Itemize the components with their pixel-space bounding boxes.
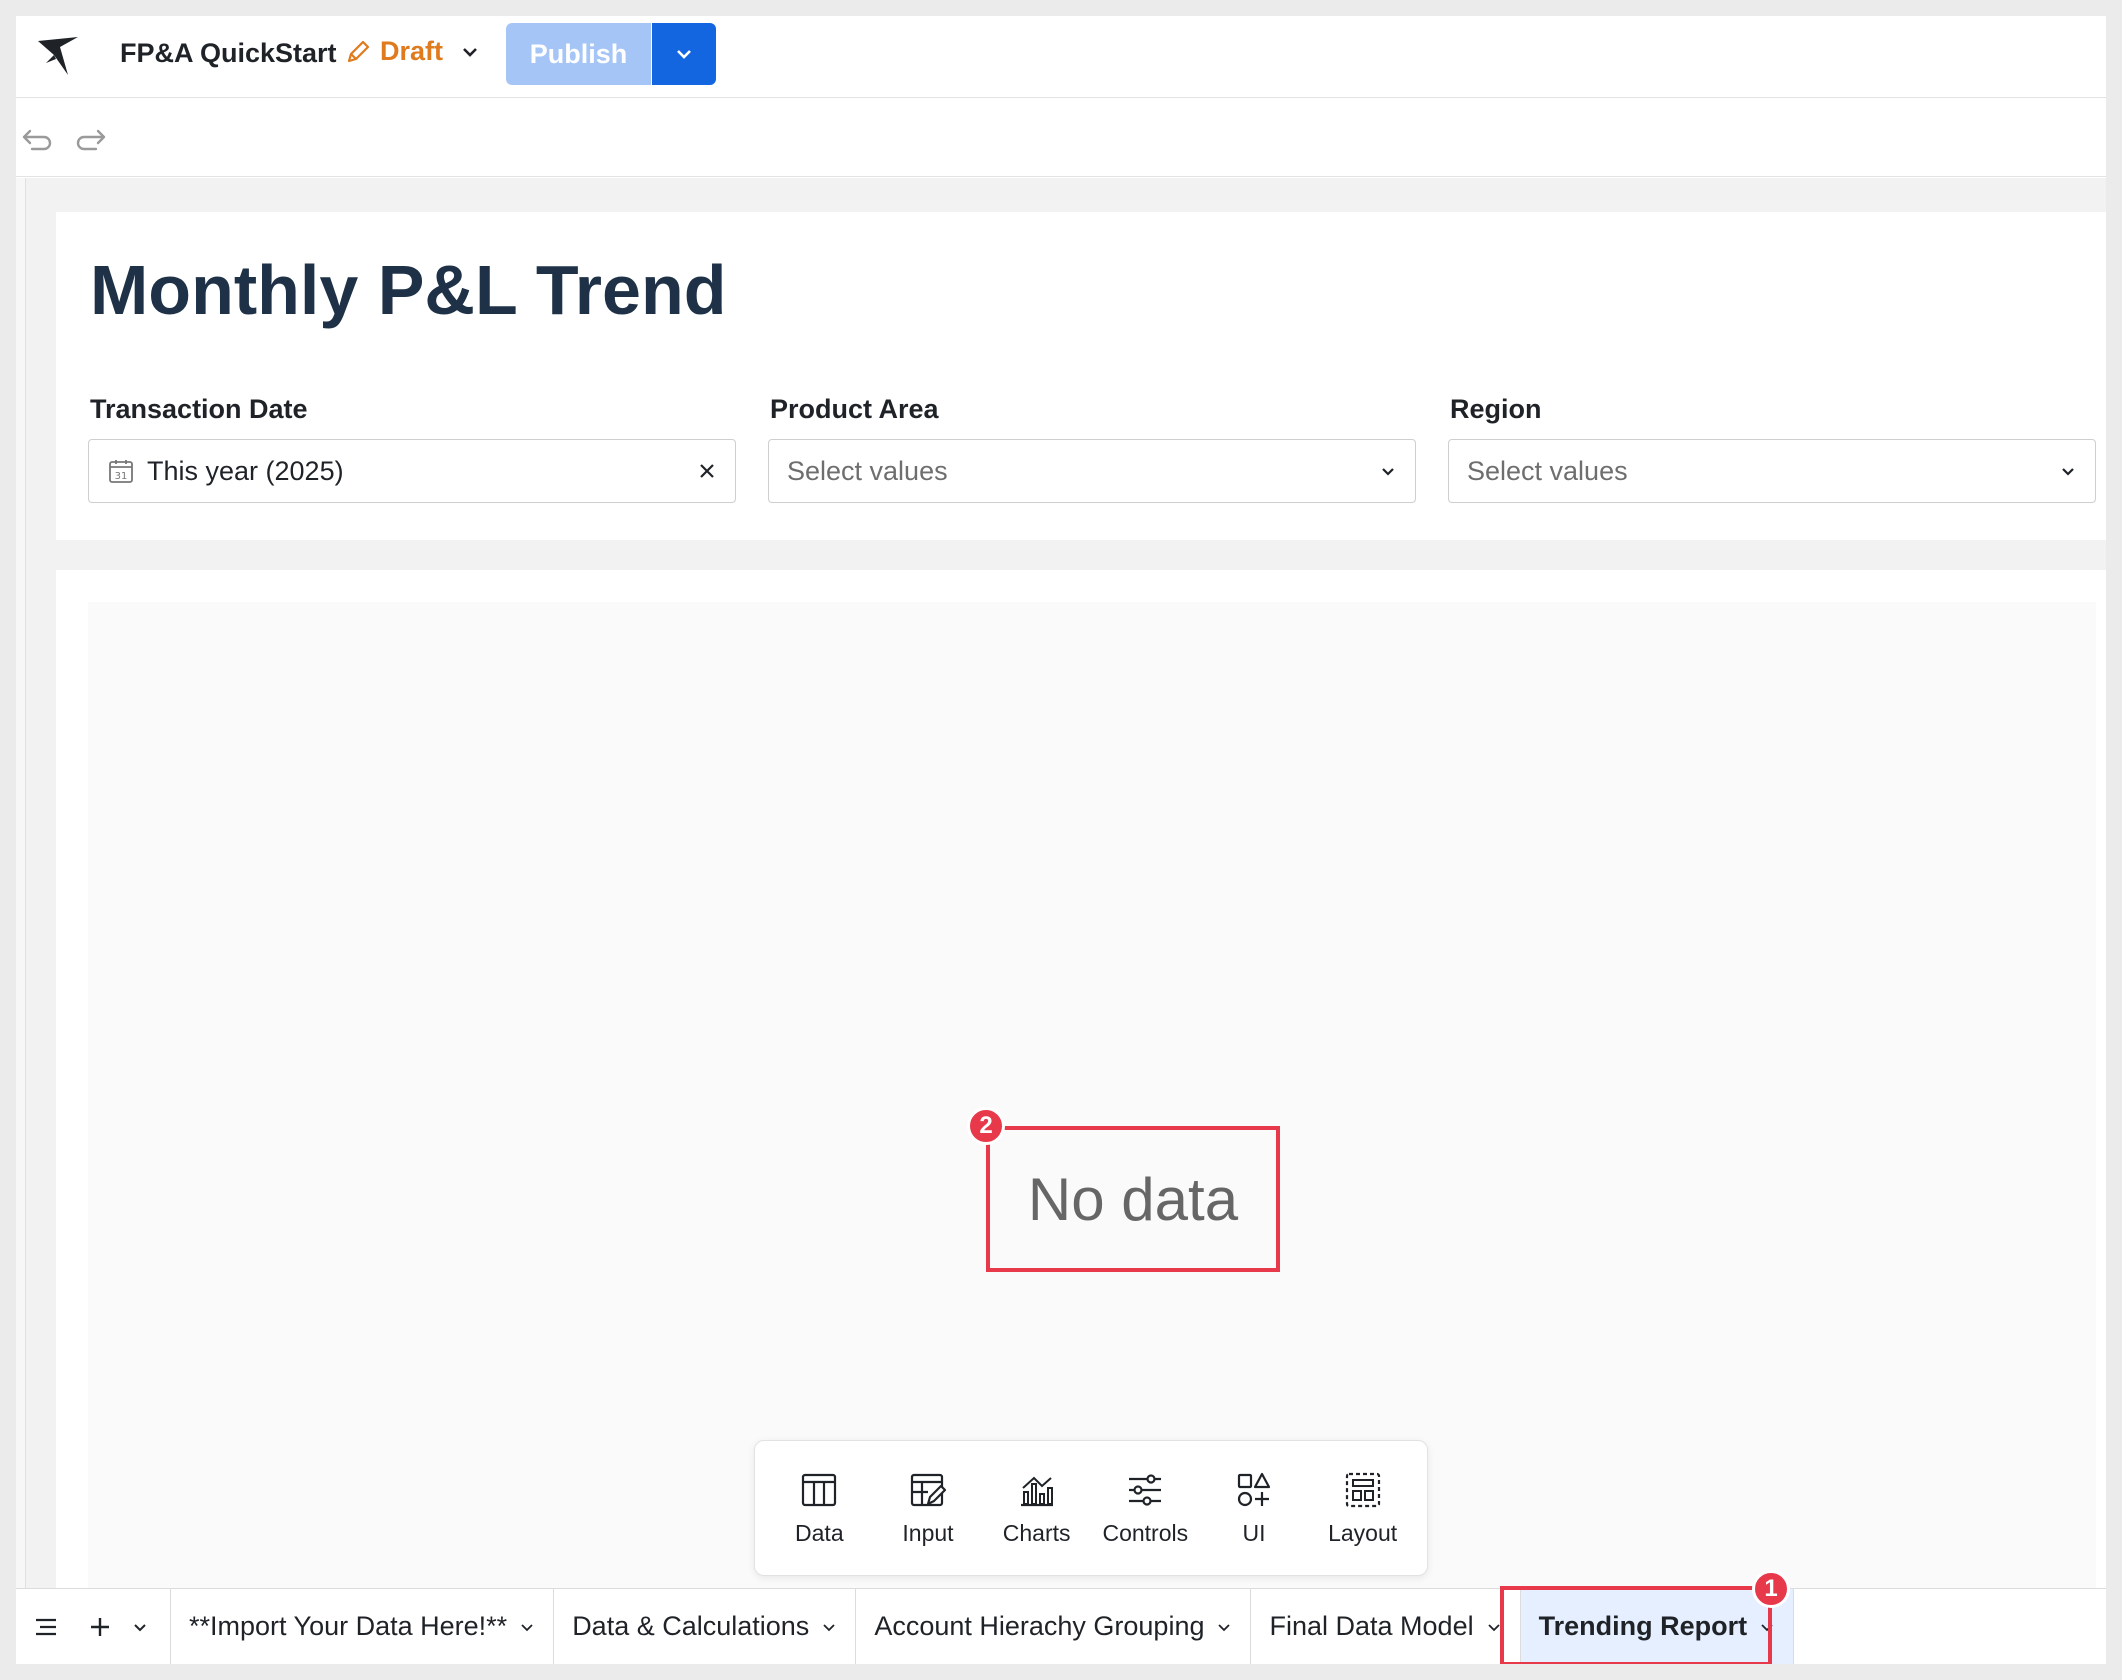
chevron-down-icon[interactable] xyxy=(821,1619,837,1635)
tab-controls xyxy=(16,1589,171,1664)
add-element-toolbar: Data Input Charts Controls UI Layout xyxy=(754,1440,1428,1576)
redo-icon[interactable] xyxy=(74,121,108,155)
plus-icon xyxy=(91,1617,109,1636)
tab-label: Final Data Model xyxy=(1269,1611,1474,1641)
tab-final-data-model[interactable]: Final Data Model xyxy=(1251,1589,1521,1664)
tab-label: Trending Report xyxy=(1538,1611,1748,1641)
tab-import-data[interactable]: **Import Your Data Here!** xyxy=(171,1589,555,1664)
tab-label: Account Hierachy Grouping xyxy=(874,1611,1205,1641)
input-table-icon xyxy=(910,1473,947,1506)
workbook-canvas: Monthly P&L Trend Transaction Date 31 Th… xyxy=(16,178,2106,1602)
product-area-select[interactable]: Select values xyxy=(768,439,1416,503)
tab-account-hierarchy-grouping[interactable]: Account Hierachy Grouping xyxy=(856,1589,1252,1664)
draft-status-menu[interactable]: Draft xyxy=(344,36,479,67)
publish-button[interactable]: Publish xyxy=(506,23,651,85)
chevron-down-icon xyxy=(463,47,477,57)
chevron-down-icon xyxy=(134,1623,146,1631)
tool-label: UI xyxy=(1242,1519,1266,1546)
region-filter: Region Select values xyxy=(1448,394,2096,503)
page-title: Monthly P&L Trend xyxy=(90,251,727,329)
chevron-down-icon[interactable] xyxy=(1759,1619,1775,1635)
no-data-message: No data xyxy=(1027,1165,1239,1233)
chevron-down-icon xyxy=(2062,468,2074,476)
tab-label: **Import Your Data Here!** xyxy=(189,1611,508,1641)
annotation-badge: 2 xyxy=(967,1107,1005,1145)
pencil-icon xyxy=(347,40,370,62)
product-area-filter: Product Area Select values xyxy=(768,394,1416,503)
undo-icon[interactable] xyxy=(20,121,54,155)
app-title: FP&A QuickStart xyxy=(120,38,337,68)
add-input-button[interactable]: Input xyxy=(880,1470,976,1547)
chevron-down-icon xyxy=(677,50,691,59)
add-data-button[interactable]: Data xyxy=(771,1470,867,1547)
tab-data-calculations[interactable]: Data & Calculations xyxy=(554,1589,857,1664)
sliders-icon xyxy=(1129,1473,1162,1506)
calendar-icon: 31 xyxy=(109,460,133,483)
tool-label: Charts xyxy=(1002,1519,1071,1546)
region-select[interactable]: Select values xyxy=(1448,439,2096,503)
tool-label: Layout xyxy=(1328,1519,1398,1546)
tool-label: Input xyxy=(902,1519,954,1546)
table-icon xyxy=(802,1473,837,1506)
clear-icon[interactable] xyxy=(697,461,717,481)
tab-label: Data & Calculations xyxy=(572,1611,810,1641)
page-list-button[interactable] xyxy=(26,1607,66,1647)
filter-label: Region xyxy=(1450,394,1542,424)
chevron-down-icon xyxy=(1382,468,1394,476)
filter-label: Product Area xyxy=(770,394,939,424)
add-page-button[interactable] xyxy=(80,1607,120,1647)
shapes-icon xyxy=(1237,1472,1271,1506)
tab-trending-report[interactable]: Trending Report xyxy=(1520,1589,1795,1664)
publish-options-button[interactable] xyxy=(652,23,716,85)
chevron-down-icon[interactable] xyxy=(1216,1619,1232,1635)
tool-label: Controls xyxy=(1102,1519,1189,1546)
layout-icon xyxy=(1345,1472,1380,1507)
top-bar: FP&A QuickStart Draft Publish xyxy=(16,16,2106,98)
app-window: FP&A QuickStart Draft Publish Monthly P&… xyxy=(16,16,2106,1664)
add-controls-button[interactable]: Controls xyxy=(1097,1470,1193,1547)
add-layout-button[interactable]: Layout xyxy=(1315,1470,1411,1547)
product-area-placeholder: Select values xyxy=(787,455,948,486)
left-rail xyxy=(16,178,26,1588)
logo-icon xyxy=(38,37,78,75)
tool-label: Data xyxy=(795,1519,844,1546)
transaction-date-value: This year (2025) xyxy=(147,455,344,486)
list-icon xyxy=(36,1618,56,1635)
chart-icon xyxy=(1020,1476,1053,1506)
transaction-date-filter: Transaction Date 31 This year (2025) xyxy=(88,394,736,503)
add-charts-button[interactable]: Charts xyxy=(989,1470,1085,1547)
draft-label: Draft xyxy=(380,36,444,66)
svg-text:31: 31 xyxy=(115,471,128,482)
add-page-options-button[interactable] xyxy=(120,1607,160,1647)
history-bar xyxy=(16,99,2106,177)
header-container: Monthly P&L Trend Transaction Date 31 Th… xyxy=(56,212,2106,540)
add-ui-button[interactable]: UI xyxy=(1206,1470,1302,1547)
region-placeholder: Select values xyxy=(1467,455,1628,486)
chevron-down-icon[interactable] xyxy=(519,1619,535,1635)
filter-label: Transaction Date xyxy=(90,394,308,424)
chevron-down-icon[interactable] xyxy=(1486,1619,1502,1635)
annotation-badge: 1 xyxy=(1752,1570,1790,1608)
no-data-highlight: No data xyxy=(986,1126,1280,1272)
page-tab-bar: **Import Your Data Here!** Data & Calcul… xyxy=(16,1588,2106,1664)
transaction-date-input[interactable]: 31 This year (2025) xyxy=(88,439,736,503)
